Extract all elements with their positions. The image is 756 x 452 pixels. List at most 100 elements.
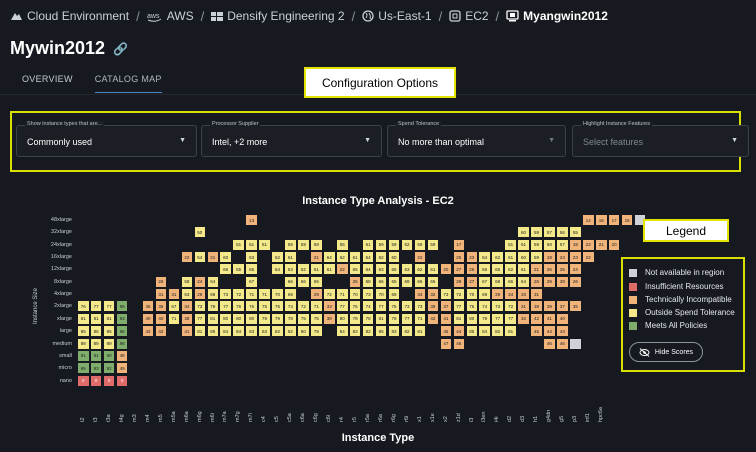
heatmap-cell[interactable]: 33 [518, 289, 529, 300]
heatmap-cell[interactable]: 42 [427, 313, 439, 324]
heatmap-cell[interactable]: 77 [492, 313, 503, 324]
heatmap-cell[interactable]: 31 [518, 301, 529, 312]
heatmap-cell[interactable]: 67 [246, 276, 257, 287]
heatmap-cell[interactable]: 63 [285, 264, 296, 275]
heatmap-cell[interactable]: 41 [181, 326, 193, 337]
heatmap-cell[interactable]: 61 [246, 239, 257, 250]
heatmap-cell[interactable]: 62 [505, 264, 516, 275]
heatmap-cell[interactable]: 78 [362, 313, 374, 324]
heatmap-cell[interactable]: 20 [440, 264, 452, 275]
heatmap-cell[interactable]: 93 [90, 363, 102, 374]
heatmap-cell[interactable]: 24 [557, 252, 568, 263]
heatmap-cell[interactable]: 42 [531, 313, 542, 324]
heatmap-cell[interactable]: 76 [233, 301, 244, 312]
heatmap-cell[interactable]: 25 [453, 252, 465, 263]
heatmap-cell[interactable]: 90 [103, 350, 115, 361]
heatmap-cell[interactable]: 26 [570, 276, 581, 287]
heatmap-cell[interactable]: 23 [570, 252, 581, 263]
heatmap-cell[interactable]: 17 [608, 215, 620, 225]
heatmap-cell[interactable]: 21 [207, 252, 218, 263]
heatmap-cell[interactable]: 83 [388, 326, 400, 337]
heatmap-cell[interactable]: 77 [337, 301, 348, 312]
heatmap-cell[interactable]: 72 [298, 301, 309, 312]
heatmap-cell[interactable]: 77 [90, 301, 102, 312]
heatmap-cell[interactable]: 77 [505, 313, 516, 324]
heatmap-cell[interactable]: 26 [544, 264, 555, 275]
heatmap-cell[interactable]: 66 [479, 264, 490, 275]
heatmap-cell[interactable]: 50 [194, 227, 206, 238]
heatmap-cell[interactable]: 98 [116, 338, 128, 349]
heatmap-cell[interactable]: 81 [453, 313, 465, 324]
heatmap-cell[interactable]: 62 [337, 252, 348, 263]
heatmap-cell[interactable]: 59 [298, 239, 309, 250]
heatmap-cell[interactable]: 66 [388, 264, 400, 275]
heatmap-cell[interactable]: 79 [349, 313, 361, 324]
heatmap-cell[interactable]: 75 [259, 301, 270, 312]
heatmap-cell[interactable]: 81 [505, 326, 516, 337]
heatmap-cell[interactable]: 29 [453, 276, 465, 287]
heatmap-cell[interactable]: 29 [311, 289, 322, 300]
heatmap-cell[interactable]: 41 [440, 313, 452, 324]
heatmap-cell[interactable]: 72 [233, 289, 244, 300]
heatmap-cell[interactable]: 80 [220, 313, 231, 324]
heatmap-cell[interactable]: 68 [362, 276, 374, 287]
heatmap-cell[interactable]: 81 [103, 313, 115, 324]
heatmap-cell[interactable]: 71 [259, 289, 270, 300]
heatmap-cell[interactable]: 73 [401, 301, 413, 312]
hide-scores-button[interactable]: Hide Scores [629, 342, 703, 362]
heatmap-cell[interactable]: 61 [324, 264, 335, 275]
heatmap-cell[interactable]: 79 [388, 313, 400, 324]
heatmap-cell[interactable]: 40 [142, 313, 154, 324]
heatmap-cell[interactable]: 62 [401, 239, 413, 250]
heatmap-cell[interactable]: 61 [311, 264, 322, 275]
heatmap-cell[interactable]: 81 [78, 313, 89, 324]
heatmap-cell[interactable]: 62 [272, 252, 283, 263]
heatmap-cell[interactable]: 61 [349, 252, 361, 263]
breadcrumb-account[interactable]: Densify Engineering 2 [211, 9, 345, 23]
heatmap-cell[interactable]: 65 [427, 276, 439, 287]
heatmap-cell[interactable]: 83 [246, 326, 257, 337]
heatmap-cell[interactable]: 80 [337, 313, 348, 324]
heatmap-cell[interactable]: 83 [349, 326, 361, 337]
heatmap-cell[interactable]: 63 [375, 264, 387, 275]
heatmap-cell[interactable]: 36 [142, 301, 154, 312]
heatmap-cell[interactable]: 72 [324, 289, 335, 300]
heatmap-cell[interactable]: 61 [518, 264, 529, 275]
heatmap-cell[interactable]: 48 [116, 350, 128, 361]
heatmap-cell[interactable]: 61 [285, 252, 296, 263]
heatmap-cell[interactable]: 75 [298, 313, 309, 324]
heatmap-cell[interactable]: 73 [492, 301, 503, 312]
heatmap-cell[interactable]: 79 [207, 301, 218, 312]
heatmap-cell[interactable]: 78 [285, 313, 296, 324]
heatmap-cell[interactable]: 81 [375, 313, 387, 324]
heatmap-cell[interactable]: 65 [233, 264, 244, 275]
heatmap-cell[interactable]: 0 [103, 375, 115, 386]
heatmap-cell[interactable]: 73 [414, 301, 426, 312]
heatmap-cell[interactable]: 22 [337, 264, 348, 275]
heatmap-cell[interactable]: 21 [531, 264, 542, 275]
heatmap-cell[interactable]: 65 [492, 264, 503, 275]
heatmap-cell[interactable]: 82 [401, 326, 413, 337]
heatmap-cell[interactable]: 60 [518, 252, 529, 263]
heatmap-cell[interactable]: 22 [414, 252, 426, 263]
heatmap-cell[interactable]: 64 [272, 264, 283, 275]
heatmap-cell[interactable]: 59 [375, 239, 387, 250]
heatmap-cell[interactable]: 68 [492, 276, 503, 287]
heatmap-cell[interactable]: 77 [401, 313, 413, 324]
heatmap-cell[interactable]: 22 [583, 252, 594, 263]
heatmap-cell[interactable]: 80 [466, 313, 477, 324]
heatmap-cell[interactable]: 59 [531, 227, 542, 238]
heatmap-cell[interactable]: 84 [220, 326, 231, 337]
heatmap-cell[interactable]: 85 [375, 326, 387, 337]
heatmap-cell[interactable]: 62 [492, 252, 503, 263]
heatmap-cell[interactable]: 57 [557, 239, 568, 250]
heatmap-cell[interactable]: 70 [349, 289, 361, 300]
heatmap-cell[interactable]: 70 [375, 289, 387, 300]
heatmap-cell[interactable]: 75 [311, 313, 322, 324]
heatmap-cell[interactable]: 39 [427, 301, 439, 312]
heatmap-cell[interactable]: 23 [466, 252, 477, 263]
heatmap-cell[interactable]: 91 [78, 350, 89, 361]
heatmap-cell[interactable]: 36 [155, 301, 167, 312]
heatmap-cell[interactable]: 42 [142, 326, 154, 337]
heatmap-cell[interactable]: 20 [608, 239, 620, 250]
